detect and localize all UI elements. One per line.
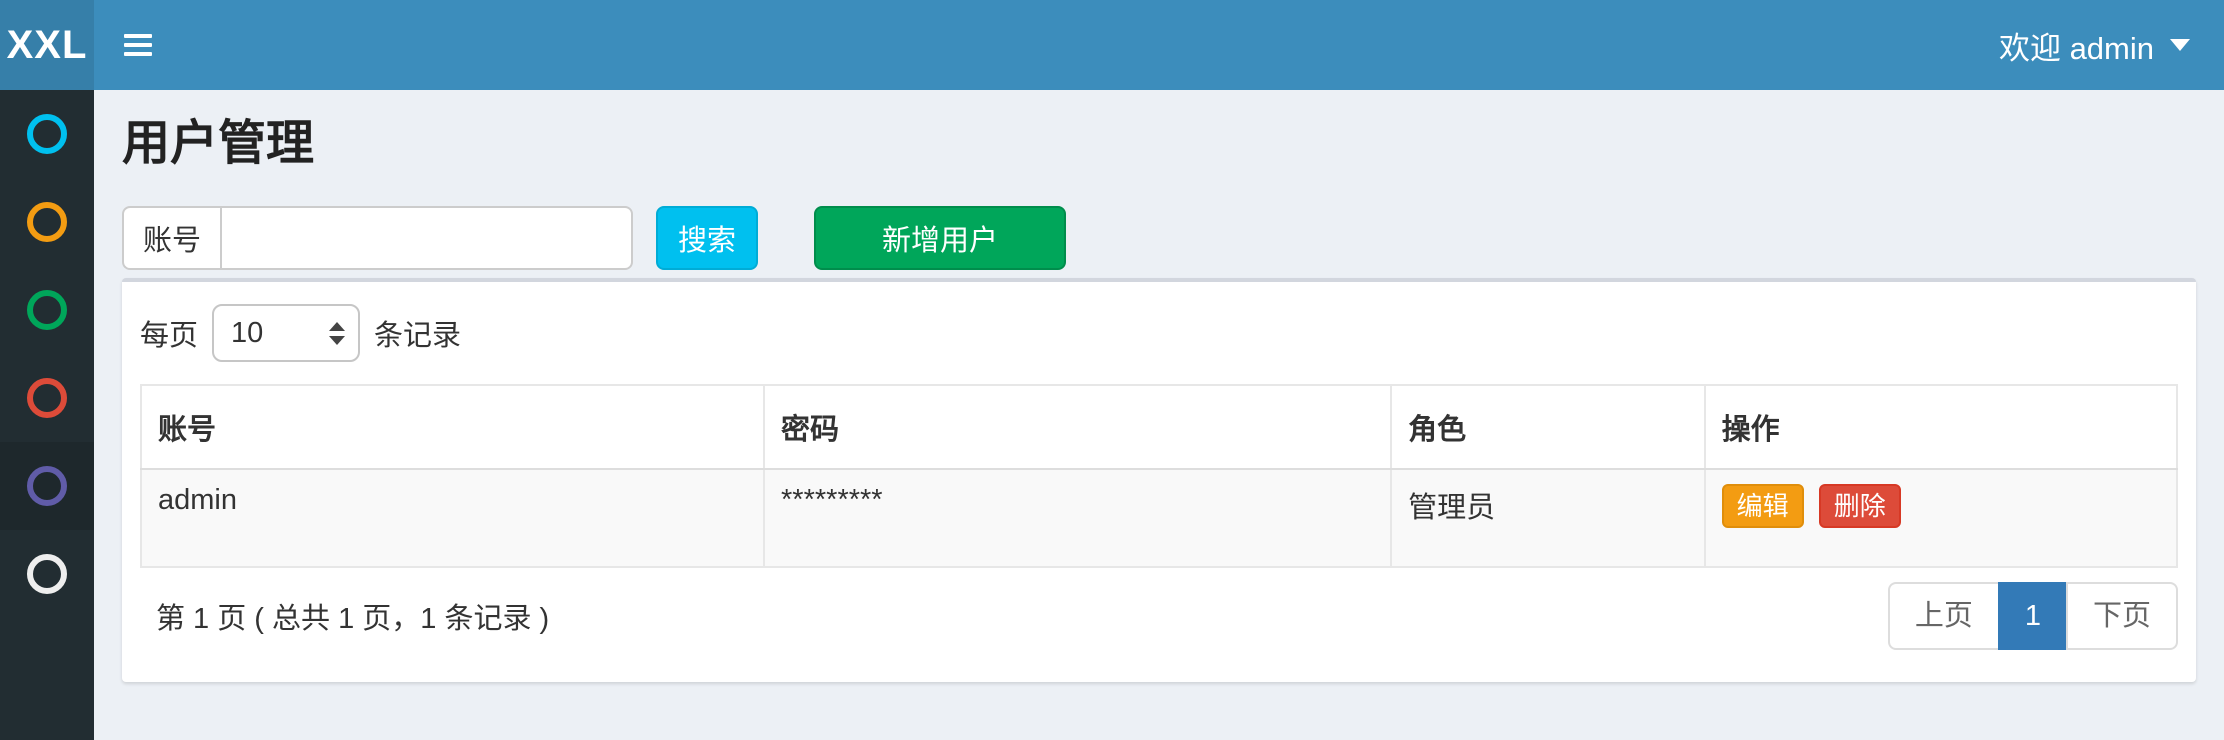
circle-icon	[27, 202, 67, 242]
circle-icon	[27, 114, 67, 154]
sidebar-item-1[interactable]	[0, 90, 94, 178]
app-logo[interactable]: XXL	[0, 0, 94, 90]
table-footer: 第 1 页 ( 总共 1 页，1 条记录 ) 上页 1 下页	[140, 582, 2178, 650]
account-input[interactable]	[220, 206, 633, 270]
sidebar-item-2[interactable]	[0, 178, 94, 266]
table-panel: 每页 10 条记录 账号 密码 角色 操作 admin	[122, 278, 2196, 682]
cell-actions: 编辑 删除	[1705, 469, 2177, 567]
circle-icon	[27, 290, 67, 330]
page-title: 用户管理	[122, 118, 2196, 170]
search-toolbar: 账号 搜索 新增用户	[122, 206, 2196, 270]
sidebar-item-3[interactable]	[0, 266, 94, 354]
page-size-select[interactable]: 10	[212, 304, 360, 362]
welcome-label: 欢迎 admin	[1999, 23, 2154, 68]
header-role: 角色	[1391, 385, 1705, 469]
select-spinner-icon	[329, 322, 345, 345]
circle-icon	[27, 554, 67, 594]
pagination-next-button[interactable]: 下页	[2066, 582, 2178, 650]
pagination-prev-button[interactable]: 上页	[1888, 582, 2000, 650]
header-password: 密码	[764, 385, 1391, 469]
table-header-row: 账号 密码 角色 操作	[141, 385, 2177, 469]
users-table: 账号 密码 角色 操作 admin ********* 管理员 编辑 删除	[140, 384, 2178, 568]
circle-icon	[27, 466, 67, 506]
circle-icon	[27, 378, 67, 418]
cell-role: 管理员	[1391, 469, 1705, 567]
pagination: 上页 1 下页	[1888, 582, 2178, 650]
cell-account: admin	[141, 469, 764, 567]
sidebar-item-4[interactable]	[0, 354, 94, 442]
caret-down-icon	[2170, 39, 2190, 51]
page-size-value: 10	[231, 317, 263, 350]
length-prefix-label: 每页	[140, 312, 198, 354]
user-menu[interactable]: 欢迎 admin	[1965, 0, 2224, 90]
delete-button[interactable]: 删除	[1819, 484, 1901, 528]
page-length-row: 每页 10 条记录	[140, 304, 2178, 362]
table-row: admin ********* 管理员 编辑 删除	[141, 469, 2177, 567]
account-input-group: 账号	[122, 206, 578, 270]
search-button[interactable]: 搜索	[656, 206, 758, 270]
account-label: 账号	[122, 206, 220, 270]
top-navbar: XXL 欢迎 admin	[0, 0, 2224, 90]
header-account: 账号	[141, 385, 764, 469]
main-content: 用户管理 账号 搜索 新增用户 每页 10 条记录 账号 密码	[94, 90, 2224, 740]
cell-password: *********	[764, 469, 1391, 567]
add-user-button[interactable]: 新增用户	[814, 206, 1066, 270]
sidebar	[0, 90, 94, 740]
edit-button[interactable]: 编辑	[1722, 484, 1804, 528]
sidebar-toggle-button[interactable]	[94, 0, 182, 90]
length-suffix-label: 条记录	[374, 312, 461, 354]
header-actions: 操作	[1705, 385, 2177, 469]
pagination-page-1-button[interactable]: 1	[1998, 582, 2068, 650]
pagination-info: 第 1 页 ( 总共 1 页，1 条记录 )	[140, 595, 549, 637]
sidebar-item-5[interactable]	[0, 442, 94, 530]
sidebar-item-6[interactable]	[0, 530, 94, 618]
hamburger-icon	[124, 29, 152, 61]
